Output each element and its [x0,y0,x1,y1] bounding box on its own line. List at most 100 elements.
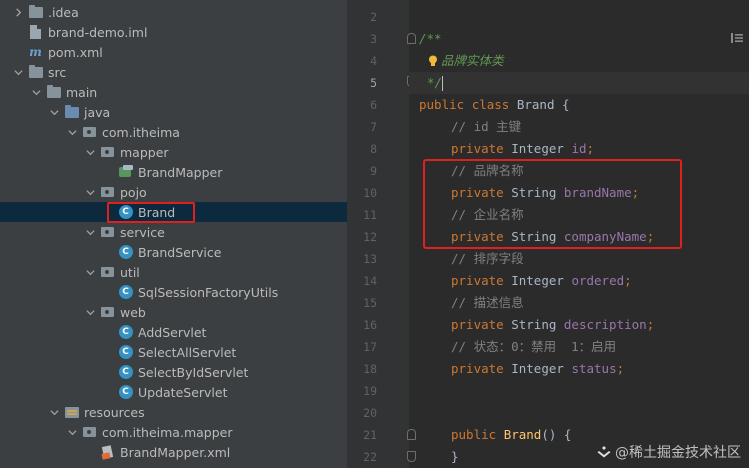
editor-gutter: 2 3 4 5 6 7 8 9 10 11 12 13 14 15 16 17 … [347,0,409,468]
chevron-down-icon[interactable] [84,302,96,322]
tree-item-label: com.itheima [102,124,180,140]
chevron-down-icon[interactable] [12,62,24,82]
package-icon [100,145,115,160]
tree-item-label: service [120,224,165,240]
chevron-down-icon[interactable] [84,222,96,242]
class-icon: C [118,365,133,380]
tree-item-com-itheima[interactable]: com.itheima [0,122,347,142]
class-icon: C [118,285,133,300]
tree-item-resources[interactable]: resources [0,402,347,422]
lightbulb-icon[interactable] [428,55,438,67]
tree-item-label: SqlSessionFactoryUtils [138,284,279,300]
tree-item-brandmapper-xml[interactable]: BrandMapper.xml [0,442,347,462]
tree-item-label: web [120,304,146,320]
tree-item-label: UpdateServlet [138,384,228,400]
line-number-current: 5 [370,76,377,90]
fold-marker-icon[interactable] [407,429,416,440]
line-number: 22 [363,450,377,464]
tree-item-brandmapper[interactable]: BrandMapper [0,162,347,182]
mapper-interface-icon [118,165,133,180]
line-number: 21 [363,428,377,442]
tree-item-label: BrandMapper [138,164,223,180]
line-number: 4 [370,54,377,68]
chevron-down-icon[interactable] [30,82,42,102]
tree-item-mapper[interactable]: mapper [0,142,347,162]
package-icon [82,425,97,440]
tree-item-selectbyidservlet[interactable]: C SelectByIdServlet [0,362,347,382]
tree-item-com-itheima-mapper[interactable]: com.itheima.mapper [0,422,347,442]
package-icon [100,305,115,320]
line-number: 8 [370,142,377,156]
text-cursor [442,76,444,91]
code-line-3: /** [419,31,442,46]
fold-marker-icon[interactable] [407,451,416,462]
line-number: 12 [363,230,377,244]
tree-item-updateservlet[interactable]: C UpdateServlet [0,382,347,402]
tree-item-selectallservlet[interactable]: C SelectAllServlet [0,342,347,362]
tree-item-addservlet[interactable]: C AddServlet [0,322,347,342]
xml-file-icon [100,445,115,460]
module-file-icon [28,25,43,40]
line-number: 2 [370,10,377,24]
tree-item-sqlsessionfactoryutils[interactable]: C SqlSessionFactoryUtils [0,282,347,302]
tree-item-label: SelectAllServlet [138,344,237,360]
chevron-down-icon[interactable] [66,422,78,442]
tree-item-brandservice[interactable]: C BrandService [0,242,347,262]
maven-icon: m [29,45,42,59]
tree-item-web[interactable]: web [0,302,347,322]
tree-item-idea[interactable]: .idea [0,2,347,22]
fold-marker-icon[interactable] [407,33,416,44]
code-line-16: private String description; [451,317,655,332]
tree-item-pojo[interactable]: pojo [0,182,347,202]
tree-item-label: mapper [120,144,169,160]
code-line-5: */ [409,72,749,94]
tree-item-label: src [48,64,67,80]
structure-icon [731,33,743,43]
line-number: 14 [363,274,377,288]
line-number: 18 [363,362,377,376]
tree-item-service[interactable]: service [0,222,347,242]
tree-item-label: com.itheima.mapper [102,424,233,440]
code-line-22: } [451,449,459,464]
code-line-13: // 排序字段 [451,251,524,266]
chevron-down-icon[interactable] [84,262,96,282]
tree-item-src[interactable]: src [0,62,347,82]
tree-item-main[interactable]: main [0,82,347,102]
tree-item-label: util [120,264,140,280]
tree-item-pom-xml[interactable]: m pom.xml [0,42,347,62]
tree-item-label: java [84,104,111,120]
line-number: 17 [363,340,377,354]
line-number: 15 [363,296,377,310]
folder-icon [28,4,43,20]
tree-item-label: pom.xml [48,44,103,60]
tree-item-label: AddServlet [138,324,207,340]
code-line-14: private Integer ordered; [451,273,632,288]
tree-item-brand-demo-iml[interactable]: brand-demo.iml [0,22,347,42]
chevron-down-icon[interactable] [66,122,78,142]
chevron-down-icon[interactable] [48,102,60,122]
tree-item-java[interactable]: java [0,102,347,122]
package-icon [100,185,115,200]
tree-item-label: .idea [48,4,79,20]
source-folder-icon [64,104,79,120]
class-icon: C [118,385,133,400]
tree-item-util[interactable]: util [0,262,347,282]
package-icon [100,265,115,280]
line-number: 6 [370,98,377,112]
chevron-down-icon[interactable] [48,402,60,422]
code-line-15: // 描述信息 [451,295,524,310]
line-number: 20 [363,406,377,420]
chevron-down-icon[interactable] [84,182,96,202]
line-number: 16 [363,318,377,332]
line-number: 9 [370,164,377,178]
line-number: 10 [363,186,377,200]
chevron-right-icon[interactable] [12,2,24,22]
class-icon: C [118,245,133,260]
tree-item-label: SelectByIdServlet [138,364,249,380]
line-number: 3 [370,32,377,46]
tree-item-label: BrandMapper.xml [120,444,231,460]
chevron-down-icon[interactable] [84,142,96,162]
class-icon: C [118,325,133,340]
code-line-18: private Integer status; [451,361,625,376]
package-icon [82,125,97,140]
